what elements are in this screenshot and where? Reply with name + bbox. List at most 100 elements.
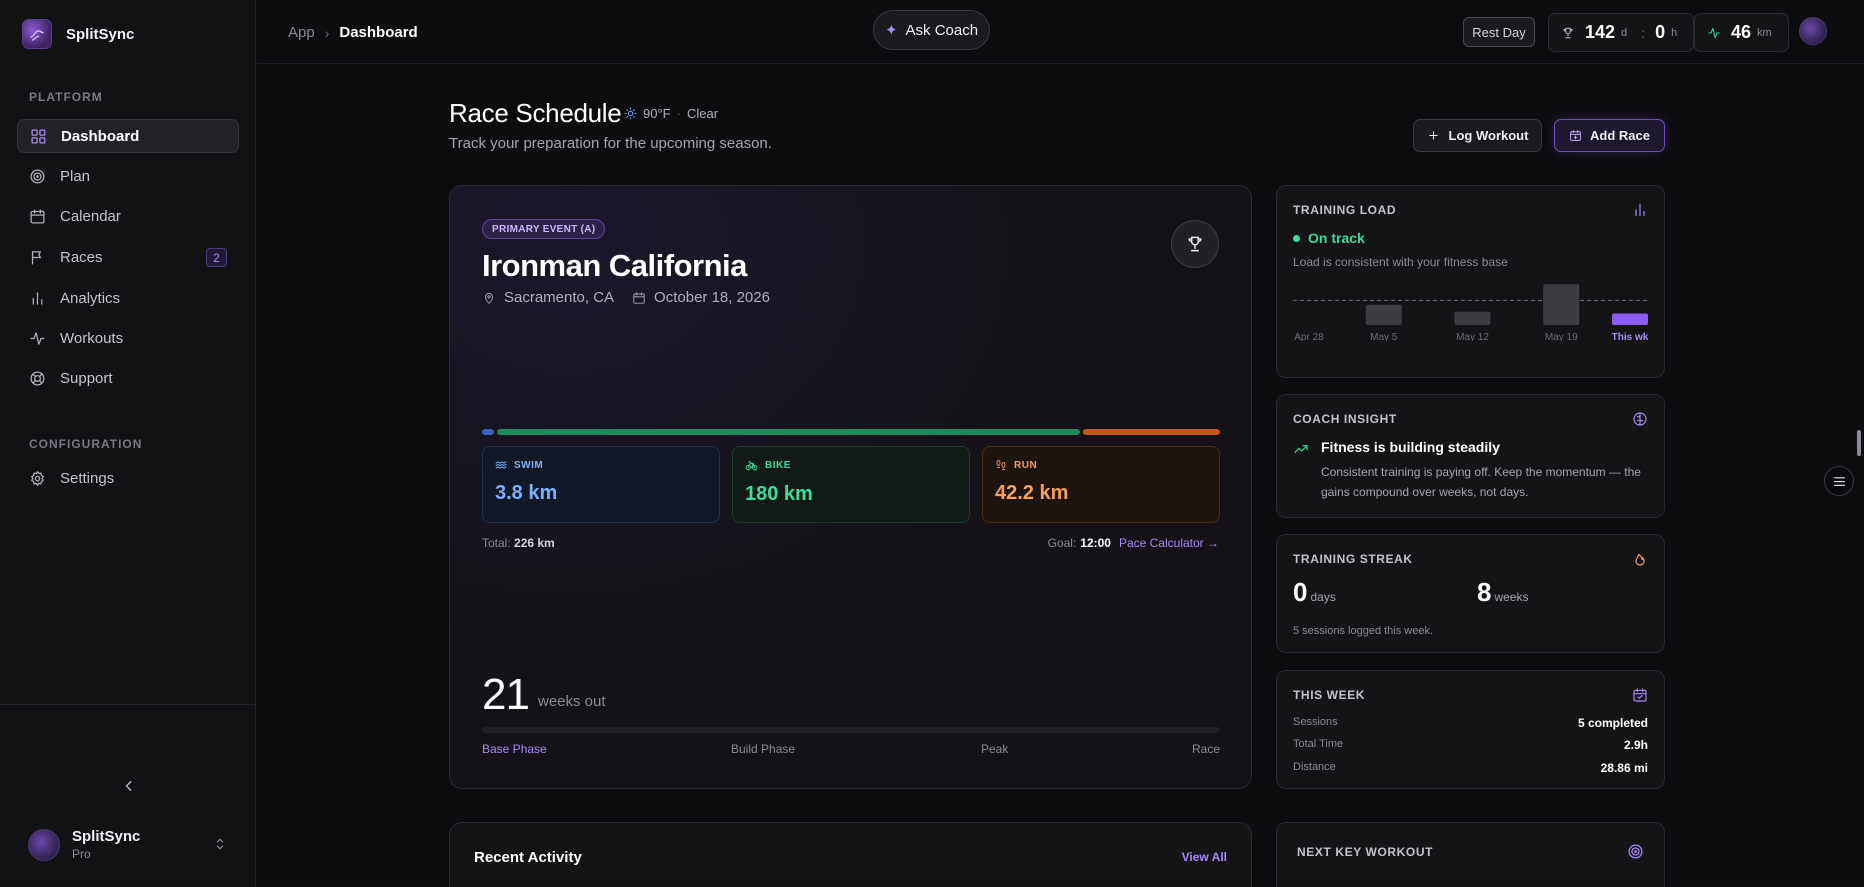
swim-distance: 3.8 km [495,482,558,504]
scroll-handle[interactable] [1857,430,1861,456]
status-dot [1293,234,1300,242]
sidebar-item-workouts[interactable]: Workouts [17,321,239,355]
weeks-out-label: weeks out [538,693,606,710]
race-trophy-button[interactable] [1171,220,1219,268]
goal-time: Goal: 12:00 Pace Calculator → [1048,536,1219,550]
target-icon [1628,844,1643,859]
next-key-workout-title: NEXT KEY WORKOUT [1297,845,1434,859]
activity-icon [1708,27,1720,38]
this-week-title: THIS WEEK [1293,688,1366,702]
sidebar-item-races[interactable]: Races 2 [17,240,239,274]
weekly-distance[interactable]: 46 km [1694,13,1789,52]
flag-icon [31,250,41,265]
sidebar-item-settings[interactable]: Settings [17,461,239,495]
bar-chart-icon[interactable] [1632,202,1648,218]
countdown-hours: 0 [1655,22,1666,42]
gear-icon [31,470,44,486]
training-load-status: On track [1293,230,1365,246]
brand-name: SplitSync [66,25,135,43]
user-plan: Pro [72,847,91,861]
total-distance: Total: 226 km [482,536,555,550]
race-meta: Sacramento, CA October 18, 2026 [482,289,770,306]
bike-distance-card: BIKE 180 km [732,446,970,523]
lifebuoy-icon [30,370,45,386]
sidebar: SplitSync PLATFORM Dashboard Plan Calend… [0,0,256,887]
sidebar-item-dashboard[interactable]: Dashboard [17,119,239,153]
floating-menu-button[interactable] [1824,466,1854,496]
brand[interactable]: SplitSync [22,19,134,49]
goal-value: 12:00 [1080,536,1111,550]
bicycle-icon [745,461,758,471]
avatar[interactable] [1799,17,1827,45]
run-distance: 42.2 km [995,482,1069,504]
training-load-description: Load is consistent with your fitness bas… [1293,255,1508,269]
training-streak-card: TRAINING STREAK 0 days 8 weeks 5 session… [1276,534,1665,653]
page-subtitle: Track your preparation for the upcoming … [449,135,772,152]
weather-condition: Clear [686,106,719,121]
breadcrumb-app[interactable]: App [288,24,315,41]
race-date: October 18, 2026 [654,289,770,306]
this-week-value: 28.86 mi [1600,761,1648,775]
this-week-row: Sessions 5 completed [1293,716,1648,730]
countdown-days: 142 [1585,22,1616,42]
sidebar-divider [0,704,256,705]
waves-icon [495,461,507,469]
pace-calculator-link[interactable]: Pace Calculator → [1119,536,1219,550]
coach-insight-title: COACH INSIGHT [1293,412,1397,426]
sidebar-item-label: Races [60,248,103,266]
chart-bar [1612,313,1648,325]
target-icon [30,168,45,184]
weather-temp: 90°F [643,106,671,121]
sidebar-item-analytics[interactable]: Analytics [17,281,239,315]
phase-base: Base Phase [482,742,547,756]
phase-labels: Base Phase Build Phase Peak Race [482,742,1220,758]
sidebar-item-support[interactable]: Support [17,361,239,395]
sidebar-item-plan[interactable]: Plan [17,159,239,193]
chevron-up-down-icon [216,838,224,850]
chevron-left-icon [125,781,132,791]
sidebar-item-label: Analytics [60,289,121,307]
brain-icon [1633,412,1647,426]
dashboard-icon [31,128,46,144]
this-week-label: Sessions [1293,716,1338,728]
training-load-title: TRAINING LOAD [1293,203,1397,217]
list-icon [1833,476,1845,486]
phase-race: Race [1191,742,1220,756]
total-value: 226 km [514,536,555,550]
add-race-button[interactable]: Add Race [1554,119,1665,152]
countdown-hours-unit: h [1671,26,1678,39]
footprints-icon [996,460,1006,470]
sparkle-icon: ✦ [884,22,898,39]
primary-race-card: PRIMARY EVENT (A) Ironman California Sac… [449,185,1252,789]
sidebar-item-calendar[interactable]: Calendar [17,199,239,233]
sidebar-item-label: Workouts [60,329,124,347]
this-week-row: Total Time 2.9h [1293,738,1648,752]
bike-label: BIKE [765,460,791,471]
calendar-plus-icon [1570,130,1581,141]
chart-bar [1543,284,1580,325]
rest-day-button[interactable]: Rest Day [1463,17,1535,47]
add-race-label: Add Race [1590,128,1650,143]
trending-up-icon [1294,445,1308,453]
this-week-value: 5 completed [1577,716,1648,730]
app-logo-icon [22,19,52,49]
flame-icon [1635,553,1645,566]
user-menu[interactable]: SplitSync Pro [28,828,228,861]
calendar-check-icon [1633,688,1647,702]
log-workout-button[interactable]: Log Workout [1413,119,1542,152]
countdown-days-unit: d [1621,26,1628,39]
insight-text: Consistent training is paying off. Keep … [1321,465,1641,499]
insight-headline: Fitness is building steadily [1321,439,1500,455]
race-countdown[interactable]: 142 d : 0 h [1548,13,1695,52]
weeks-out-value: 21 [482,670,530,719]
streak-note: 5 sessions logged this week. [1293,625,1434,637]
chart-bar [1454,311,1491,325]
collapse-sidebar-button[interactable] [119,776,139,796]
weather-indicator: 90°F · Clear [624,106,718,121]
ask-coach-button[interactable]: ✦ Ask Coach [873,10,990,50]
view-all-link[interactable]: View All [1182,850,1227,864]
chart-tick-label: Apr 28 [1294,332,1324,341]
recent-activity-card: Recent Activity View All [449,822,1252,887]
ask-coach-label: Ask Coach [905,21,979,39]
distance-segment-bike [497,429,1081,435]
